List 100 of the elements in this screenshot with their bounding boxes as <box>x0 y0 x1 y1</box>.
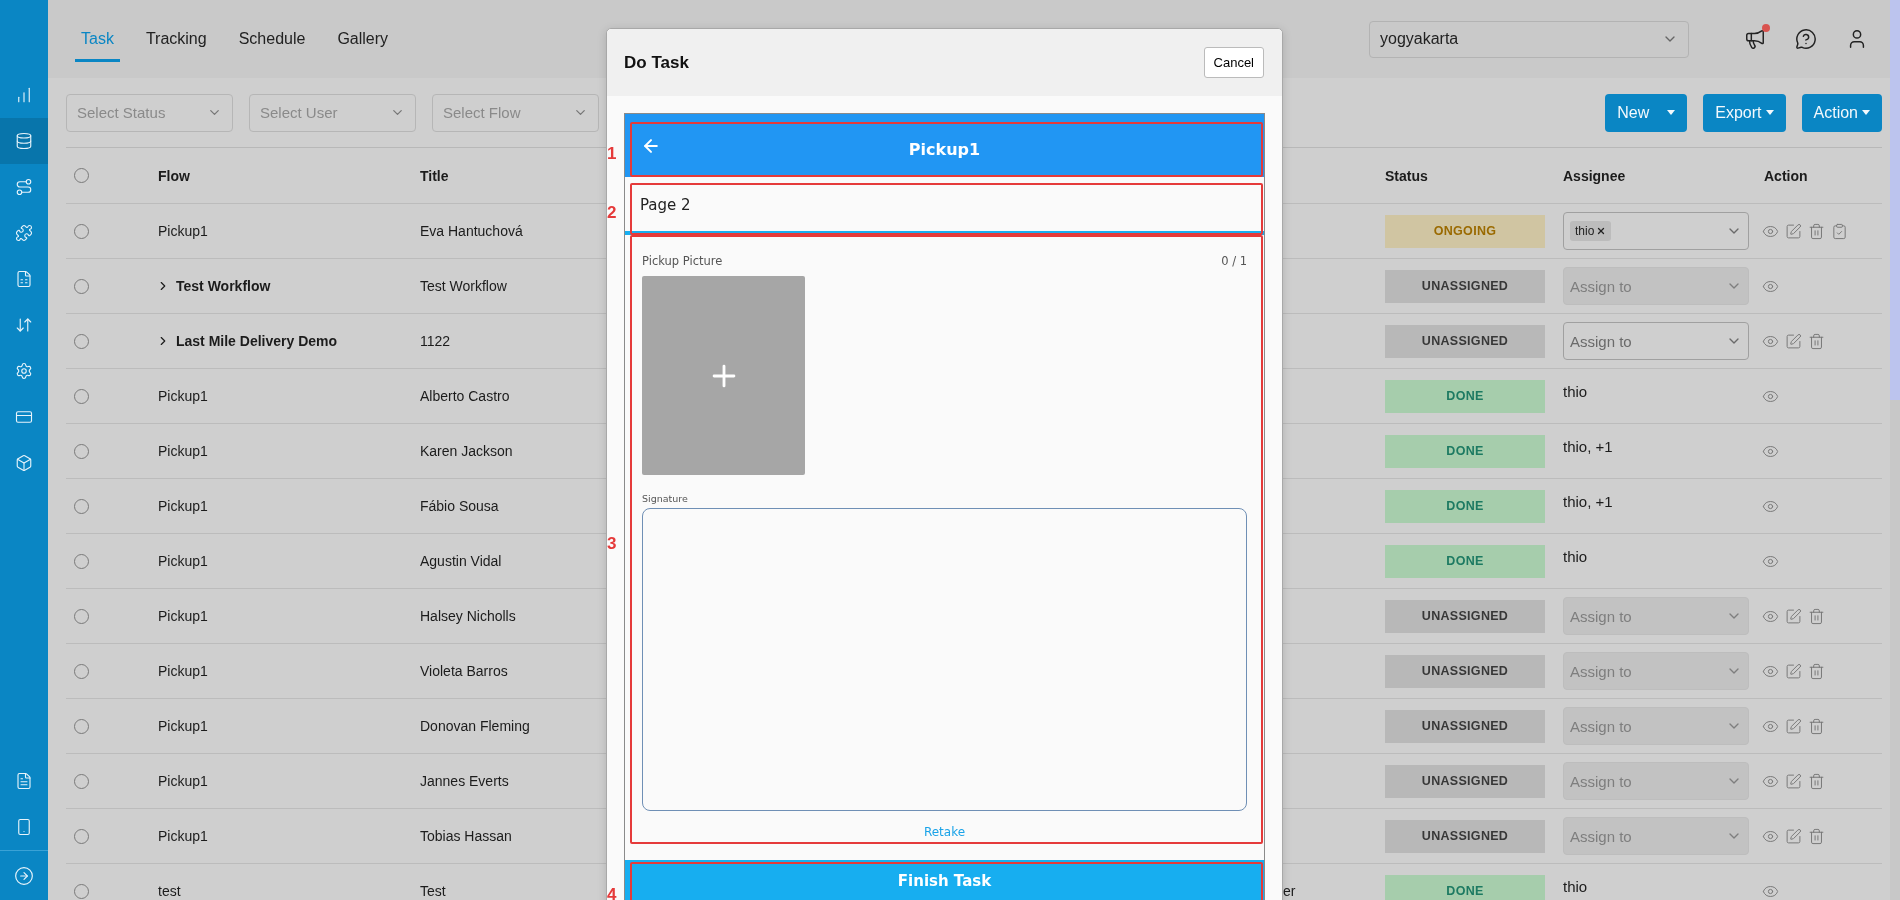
task-title: Violeta Barros <box>420 663 508 679</box>
spreadsheet-icon <box>15 270 33 288</box>
trash-icon[interactable] <box>1808 717 1825 735</box>
help-icon[interactable] <box>1795 28 1817 50</box>
flow-name: test <box>158 883 181 899</box>
remove-icon[interactable] <box>1596 226 1607 236</box>
megaphone-icon[interactable] <box>1744 28 1766 50</box>
caret-icon <box>1765 110 1774 115</box>
annotation-number: 3 <box>607 533 617 554</box>
flow-name: Pickup1 <box>158 828 208 844</box>
tab[interactable]: Tracking <box>139 12 213 62</box>
flow-name: Pickup1 <box>158 718 208 734</box>
task-title: Eva Hantuchová <box>420 223 523 239</box>
trash-icon[interactable] <box>1808 332 1825 350</box>
toolbar-button[interactable]: New <box>1605 93 1688 132</box>
annotation-number: 4 <box>607 885 617 900</box>
status-badge: UNASSIGNED <box>1385 654 1545 688</box>
trash-icon[interactable] <box>1808 772 1825 790</box>
status-badge: UNASSIGNED <box>1385 819 1545 853</box>
photo-count: 0 / 1 <box>1221 254 1247 268</box>
flow-name: Pickup1 <box>158 498 208 514</box>
field-label: Pickup Picture <box>642 254 723 268</box>
flow-name: Last Mile Delivery Demo <box>176 333 338 349</box>
flow-name: Pickup1 <box>158 388 208 404</box>
filter-select[interactable]: Select User <box>249 93 416 132</box>
status-badge: UNASSIGNED <box>1385 324 1545 358</box>
column-header: Flow <box>158 167 190 184</box>
page-title: Page 2 <box>640 196 691 214</box>
flow-name: Pickup1 <box>158 553 208 569</box>
trash-icon[interactable] <box>1808 222 1825 240</box>
document-icon <box>15 772 33 790</box>
task-title: Test Workflow <box>420 278 507 294</box>
puzzle-icon <box>15 224 33 242</box>
retake-link[interactable]: Retake <box>923 825 966 839</box>
filter-select[interactable]: Select Flow <box>432 93 599 132</box>
edit-icon[interactable] <box>1785 827 1802 845</box>
task-title: Alberto Castro <box>420 388 510 404</box>
arrows-icon <box>15 316 33 334</box>
tab[interactable]: Gallery <box>331 12 395 62</box>
edit-icon[interactable] <box>1785 332 1802 350</box>
tab[interactable]: Task <box>75 12 120 62</box>
edit-icon[interactable] <box>1785 222 1802 240</box>
finish-task-button[interactable]: Finish Task <box>625 860 1264 900</box>
cancel-button[interactable]: Cancel <box>1203 47 1264 78</box>
clipboard-icon[interactable] <box>1831 222 1848 240</box>
scrollbar[interactable] <box>1890 0 1900 400</box>
status-badge: UNASSIGNED <box>1385 599 1545 633</box>
task-title: Agustin Vidal <box>420 553 502 569</box>
edit-icon[interactable] <box>1785 717 1802 735</box>
caret-icon <box>1667 110 1676 115</box>
status-badge: DONE <box>1385 489 1545 523</box>
status-badge: UNASSIGNED <box>1385 269 1545 303</box>
column-header: Action <box>1764 167 1808 184</box>
expand-sidebar-icon[interactable] <box>14 865 34 886</box>
settings-icon <box>15 362 33 380</box>
region-select[interactable]: yogyakarta <box>1369 20 1689 58</box>
assignee-select[interactable]: thio <box>1563 212 1749 250</box>
credit-card-icon <box>15 408 33 426</box>
task-title: Halsey Nicholls <box>420 608 516 624</box>
filter-select[interactable]: Select Status <box>66 93 233 132</box>
table-cell: er <box>1283 883 1296 899</box>
flow-name: Pickup1 <box>158 663 208 679</box>
edit-icon[interactable] <box>1785 607 1802 625</box>
flow-name: Pickup1 <box>158 443 208 459</box>
flow-name: Pickup1 <box>158 773 208 789</box>
assignee-text: thio <box>1563 548 1588 565</box>
assignee-text: thio, +1 <box>1563 438 1613 455</box>
column-header: Title <box>420 167 449 184</box>
task-title: 1122 <box>420 333 451 349</box>
assignee-text: thio <box>1563 383 1588 400</box>
field-label: Signature <box>642 493 689 504</box>
flow-name: Pickup1 <box>158 608 208 624</box>
sidebar-item[interactable] <box>0 118 48 164</box>
flow-name: Pickup1 <box>158 223 208 239</box>
trash-icon[interactable] <box>1808 662 1825 680</box>
assignee-select[interactable]: Assign to <box>1563 322 1749 360</box>
edit-icon[interactable] <box>1785 662 1802 680</box>
tab[interactable]: Schedule <box>232 12 312 62</box>
caret-icon <box>1862 110 1870 115</box>
status-badge: UNASSIGNED <box>1385 764 1545 798</box>
task-title: Tobias Hassan <box>420 828 512 844</box>
toolbar-button[interactable]: Export <box>1703 93 1786 132</box>
assignee-text: thio <box>1563 878 1588 895</box>
route-icon <box>15 178 33 196</box>
app-bar-title: Pickup1 <box>908 140 981 159</box>
assignee-text: thio, +1 <box>1563 493 1613 510</box>
database-icon <box>15 132 33 150</box>
back-arrow-icon[interactable] <box>641 136 661 156</box>
toolbar-button[interactable]: Action <box>1801 93 1882 132</box>
edit-icon[interactable] <box>1785 772 1802 790</box>
column-header: Status <box>1385 167 1428 184</box>
task-title: Karen Jackson <box>420 443 513 459</box>
trash-icon[interactable] <box>1808 607 1825 625</box>
user-tag: thio <box>1570 221 1612 241</box>
trash-icon[interactable] <box>1808 827 1825 845</box>
column-header: Assignee <box>1563 167 1626 184</box>
annotation-number: 2 <box>607 203 617 223</box>
bar-chart-icon <box>15 86 33 104</box>
task-title: Donovan Fleming <box>420 718 530 734</box>
status-badge: UNASSIGNED <box>1385 709 1545 743</box>
